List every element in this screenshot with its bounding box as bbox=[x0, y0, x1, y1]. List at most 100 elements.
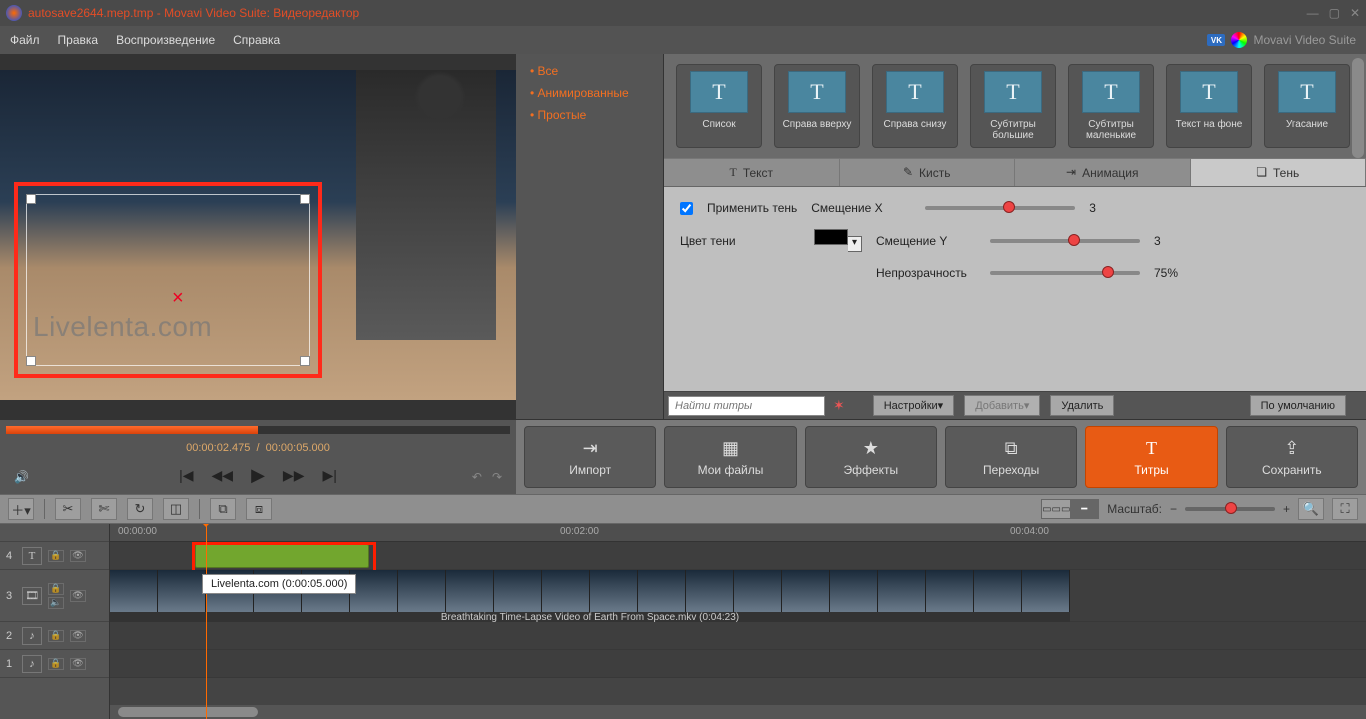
anchor-cross-icon[interactable]: × bbox=[172, 287, 184, 310]
offset-y-slider[interactable] bbox=[990, 239, 1140, 243]
shadow-icon: ❏ bbox=[1256, 165, 1267, 180]
track-3-header[interactable]: 3🎞🔒🔈👁 bbox=[0, 570, 109, 622]
audio-track-1-row[interactable] bbox=[110, 650, 1366, 678]
opacity-slider[interactable] bbox=[990, 271, 1140, 275]
track-area[interactable]: 00:00:00 00:02:00 00:04:00 Livelenta.com… bbox=[110, 524, 1366, 719]
remove-button[interactable]: Удалить bbox=[1050, 395, 1114, 416]
title-text-overlay[interactable]: Livelenta.com bbox=[33, 311, 212, 343]
resize-handle-se[interactable] bbox=[300, 356, 310, 366]
colorwheel-icon[interactable] bbox=[1231, 32, 1247, 48]
preset-fade[interactable]: TУгасание bbox=[1264, 64, 1350, 148]
brush-icon: ✎ bbox=[903, 165, 913, 180]
category-animated[interactable]: Анимированные bbox=[516, 82, 663, 104]
audio-track-2-row[interactable] bbox=[110, 622, 1366, 650]
timeline-icon[interactable]: ━ bbox=[1070, 500, 1098, 518]
split-button[interactable]: ✄ bbox=[91, 498, 117, 520]
eye-icon[interactable]: 👁 bbox=[70, 630, 86, 642]
fullscreen-button[interactable]: ⛶ bbox=[1332, 498, 1358, 520]
undo-icon[interactable]: ↶ bbox=[472, 470, 482, 484]
preset-top-right[interactable]: TСправа вверху bbox=[774, 64, 860, 148]
view-mode-toggle[interactable]: ▭▭▭━ bbox=[1041, 499, 1099, 519]
maximize-icon[interactable]: ▢ bbox=[1329, 6, 1340, 20]
lock-icon[interactable]: 🔒 bbox=[48, 658, 64, 670]
preview-panel: × Livelenta.com bbox=[0, 54, 516, 419]
tab-titles[interactable]: TТитры bbox=[1085, 426, 1217, 488]
ungroup-button[interactable]: ⧈ bbox=[246, 498, 272, 520]
eye-icon[interactable]: 👁 bbox=[70, 658, 86, 670]
zoom-out-icon[interactable]: − bbox=[1170, 502, 1177, 516]
shadow-color-swatch[interactable] bbox=[814, 229, 848, 245]
category-all[interactable]: Все bbox=[516, 60, 663, 82]
menu-help[interactable]: Справка bbox=[233, 33, 280, 47]
lock-icon[interactable]: 🔒 bbox=[48, 630, 64, 642]
tab-text[interactable]: TТекст bbox=[664, 159, 840, 186]
title-bounding-box[interactable]: × Livelenta.com bbox=[14, 182, 322, 378]
category-simple[interactable]: Простые bbox=[516, 104, 663, 126]
tab-brush[interactable]: ✎Кисть bbox=[840, 159, 1016, 186]
cut-button[interactable]: ✂ bbox=[55, 498, 81, 520]
tab-my-files[interactable]: ▦Мои файлы bbox=[664, 426, 796, 488]
clear-search-icon[interactable]: ✶ bbox=[833, 397, 845, 414]
step-back-icon[interactable]: ◀◀ bbox=[212, 467, 234, 484]
add-media-button[interactable]: ＋▾ bbox=[8, 498, 34, 520]
eye-icon[interactable]: 👁 bbox=[70, 590, 86, 602]
rotate-button[interactable]: ↻ bbox=[127, 498, 153, 520]
group-button[interactable]: ⧉ bbox=[210, 498, 236, 520]
close-icon[interactable]: ✕ bbox=[1350, 6, 1360, 20]
scrub-bar[interactable] bbox=[6, 426, 510, 434]
preset-list[interactable]: TСписок bbox=[676, 64, 762, 148]
offset-x-label: Смещение X bbox=[811, 201, 911, 215]
preset-on-bg[interactable]: TТекст на фоне bbox=[1166, 64, 1252, 148]
title-clip[interactable] bbox=[195, 544, 369, 568]
tab-shadow[interactable]: ❏Тень bbox=[1191, 159, 1366, 186]
vk-icon[interactable]: VK bbox=[1207, 34, 1225, 46]
preview-canvas[interactable]: × Livelenta.com bbox=[0, 70, 516, 400]
resize-handle-sw[interactable] bbox=[26, 356, 36, 366]
title-track-row[interactable]: Livelenta.com (0:00:05.000) bbox=[110, 542, 1366, 570]
step-fwd-icon[interactable]: ▶▶ bbox=[283, 467, 305, 484]
go-end-icon[interactable]: ▶| bbox=[322, 467, 336, 484]
lock-icon[interactable]: 🔒 bbox=[48, 550, 64, 562]
tab-animation[interactable]: ⇥Анимация bbox=[1015, 159, 1191, 186]
preset-scrollbar[interactable] bbox=[1352, 58, 1364, 158]
fit-zoom-button[interactable]: 🔍 bbox=[1298, 498, 1324, 520]
track-4-header[interactable]: 4T🔒👁 bbox=[0, 542, 109, 570]
track-headers: 4T🔒👁 3🎞🔒🔈👁 2♪🔒👁 1♪🔒👁 bbox=[0, 524, 110, 719]
tab-effects[interactable]: ★Эффекты bbox=[805, 426, 937, 488]
minimize-icon[interactable]: — bbox=[1307, 6, 1319, 20]
menu-edit[interactable]: Правка bbox=[58, 33, 99, 47]
zoom-slider[interactable] bbox=[1185, 507, 1275, 511]
redo-icon[interactable]: ↷ bbox=[492, 470, 502, 484]
apply-shadow-checkbox[interactable] bbox=[680, 202, 693, 215]
offset-x-slider[interactable] bbox=[925, 206, 1075, 210]
audio-track-icon: ♪ bbox=[22, 655, 42, 673]
track-2-header[interactable]: 2♪🔒👁 bbox=[0, 622, 109, 650]
preset-sub-small[interactable]: TСубтитры маленькие bbox=[1068, 64, 1154, 148]
track-1-header[interactable]: 1♪🔒👁 bbox=[0, 650, 109, 678]
tab-transitions[interactable]: ⧉Переходы bbox=[945, 426, 1077, 488]
resize-handle-ne[interactable] bbox=[300, 194, 310, 204]
mute-icon[interactable]: 🔈 bbox=[48, 597, 64, 609]
storyboard-icon[interactable]: ▭▭▭ bbox=[1042, 500, 1070, 518]
color-dropdown-icon[interactable]: ▾ bbox=[848, 236, 862, 252]
eye-icon[interactable]: 👁 bbox=[70, 550, 86, 562]
play-icon[interactable]: ▶ bbox=[251, 465, 265, 486]
go-start-icon[interactable]: |◀ bbox=[179, 467, 193, 484]
settings-button[interactable]: Настройки ▾ bbox=[873, 395, 954, 416]
playhead[interactable] bbox=[206, 524, 207, 719]
timeline-h-scrollbar[interactable] bbox=[110, 705, 1366, 719]
search-titles-input[interactable] bbox=[668, 396, 825, 416]
reset-button[interactable]: По умолчанию bbox=[1250, 395, 1346, 416]
menu-playback[interactable]: Воспроизведение bbox=[116, 33, 215, 47]
add-button[interactable]: Добавить ▾ bbox=[964, 395, 1040, 416]
menu-file[interactable]: Файл bbox=[10, 33, 40, 47]
resize-handle-nw[interactable] bbox=[26, 194, 36, 204]
tab-import[interactable]: ⇥Импорт bbox=[524, 426, 656, 488]
preset-sub-big[interactable]: TСубтитры большие bbox=[970, 64, 1056, 148]
lock-icon[interactable]: 🔒 bbox=[48, 583, 64, 595]
crop-button[interactable]: ◫ bbox=[163, 498, 189, 520]
time-ruler[interactable]: 00:00:00 00:02:00 00:04:00 bbox=[110, 524, 1366, 542]
tab-save[interactable]: ⇪Сохранить bbox=[1226, 426, 1358, 488]
preset-bottom-right[interactable]: TСправа снизу bbox=[872, 64, 958, 148]
zoom-in-icon[interactable]: + bbox=[1283, 502, 1290, 516]
